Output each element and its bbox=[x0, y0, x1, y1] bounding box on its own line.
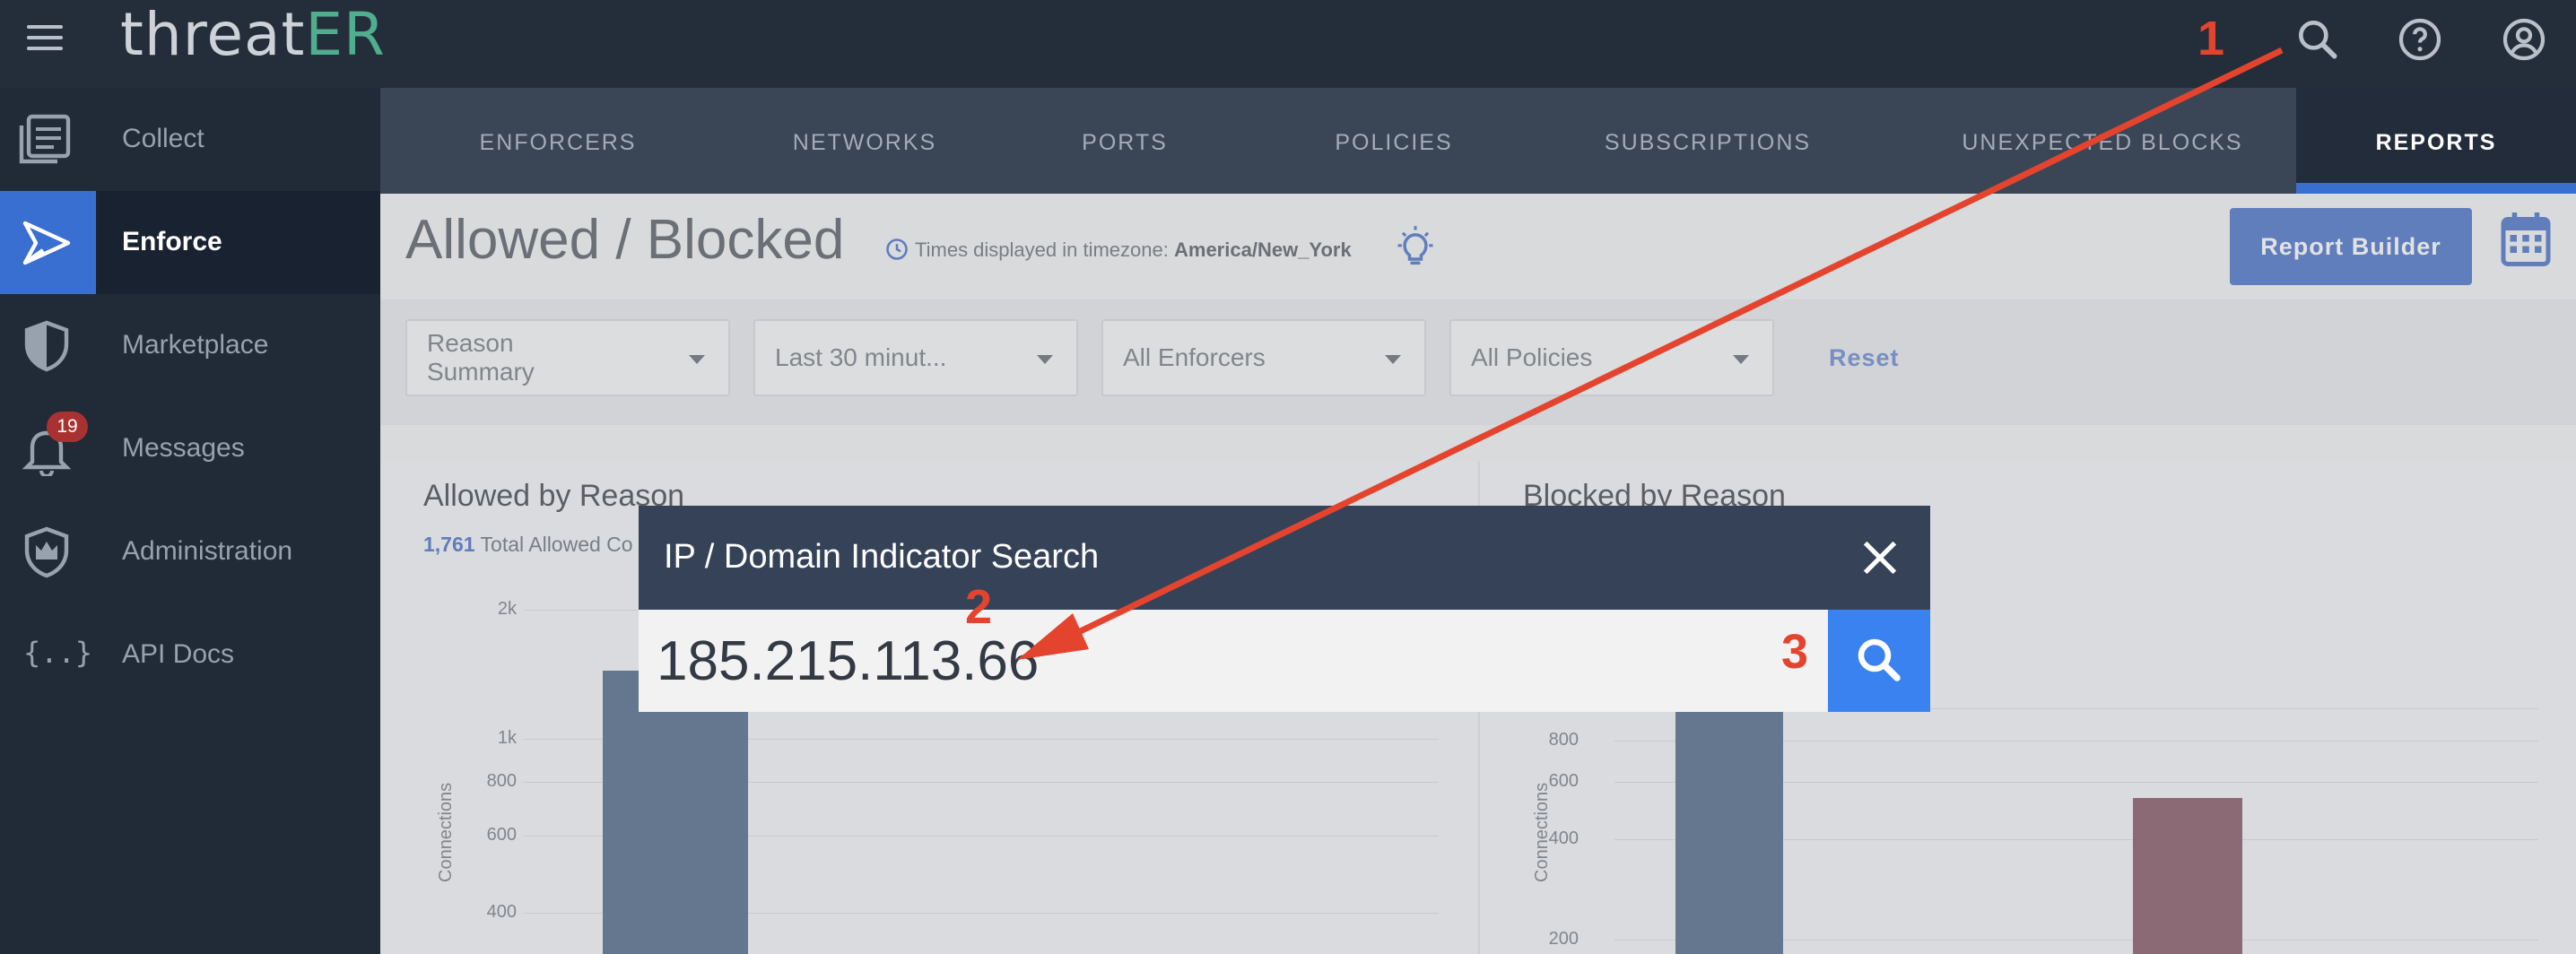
tab-enforcers[interactable]: ENFORCERS bbox=[432, 88, 683, 194]
annotation-label: 1 bbox=[2197, 12, 2225, 65]
account-icon[interactable] bbox=[2499, 14, 2549, 65]
tab-ports[interactable]: PORTS bbox=[1026, 88, 1223, 194]
tab-policies[interactable]: POLICIES bbox=[1286, 88, 1501, 194]
sidebar-item-label: Administration bbox=[122, 536, 293, 566]
tab-reports[interactable]: REPORTS bbox=[2296, 88, 2576, 194]
message-count-badge: 19 bbox=[47, 412, 88, 442]
indicator-search-modal: IP / Domain Indicator Search bbox=[639, 506, 1930, 712]
search-icon[interactable] bbox=[2293, 14, 2343, 65]
indicator-search-input[interactable] bbox=[639, 610, 1828, 712]
sidebar-item-label: Enforce bbox=[122, 227, 222, 256]
crown-shield-icon bbox=[24, 526, 69, 578]
sidebar-item-marketplace[interactable]: Marketplace bbox=[0, 294, 380, 397]
tab-unexpected-blocks[interactable]: UNEXPECTED BLOCKS bbox=[1923, 88, 2282, 194]
menu-icon[interactable] bbox=[27, 25, 63, 52]
sidebar-item-administration[interactable]: Administration bbox=[0, 500, 380, 603]
annotation-label: 2 bbox=[965, 580, 993, 634]
braces-icon: {..} bbox=[23, 636, 93, 670]
logo: threatER bbox=[120, 0, 386, 69]
tab-networks[interactable]: NETWORKS bbox=[748, 88, 981, 194]
modal-header: IP / Domain Indicator Search bbox=[639, 506, 1930, 610]
annotation-label: 3 bbox=[1781, 625, 1809, 679]
sidebar-item-label: Collect bbox=[122, 124, 205, 153]
top-bar: threatER bbox=[0, 0, 2576, 88]
sidebar-item-label: Marketplace bbox=[122, 330, 269, 360]
tab-subscriptions[interactable]: SUBSCRIPTIONS bbox=[1564, 88, 1851, 194]
shield-icon bbox=[24, 320, 69, 372]
sidebar-item-messages[interactable]: 19 Messages bbox=[0, 397, 380, 500]
indicator-search-button[interactable] bbox=[1828, 610, 1930, 712]
sidebar-item-label: API Docs bbox=[122, 639, 235, 669]
nav-tabs: ENFORCERS NETWORKS PORTS POLICIES SUBSCR… bbox=[380, 88, 2576, 194]
close-icon[interactable] bbox=[1855, 533, 1905, 583]
modal-title: IP / Domain Indicator Search bbox=[664, 538, 1100, 576]
sidebar-item-collect[interactable]: Collect bbox=[0, 88, 380, 191]
help-icon[interactable] bbox=[2395, 14, 2445, 65]
enforce-icon bbox=[22, 221, 71, 265]
sidebar-item-label: Messages bbox=[122, 433, 245, 463]
sidebar: Collect Enforce Marketplace 19 Messages … bbox=[0, 88, 380, 954]
search-icon bbox=[1858, 638, 1901, 681]
collect-icon bbox=[19, 114, 71, 164]
sidebar-item-enforce[interactable]: Enforce bbox=[0, 191, 380, 294]
sidebar-item-api-docs[interactable]: {..} API Docs bbox=[0, 603, 380, 707]
